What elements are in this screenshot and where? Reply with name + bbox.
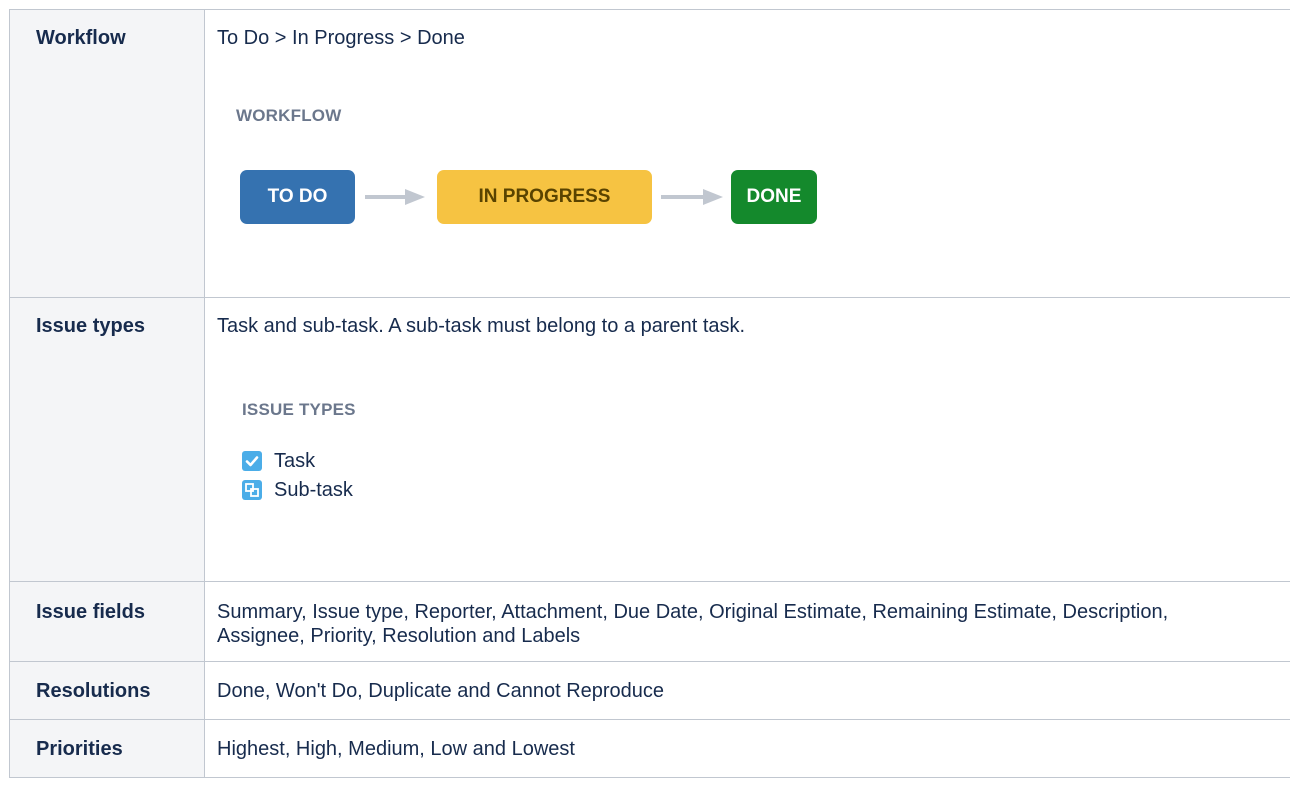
workflow-summary: To Do > In Progress > Done [217,27,465,49]
table-row: Issue fields Summary, Issue type, Report… [9,581,1290,662]
row-value: Highest, High, Medium, Low and Lowest [204,719,1290,778]
table-row: Resolutions Done, Won't Do, Duplicate an… [9,661,1290,720]
row-header: Resolutions [9,661,205,720]
row-value: Task and sub-task. A sub-task must belon… [204,297,1290,582]
issue-type-label: Task [274,450,316,472]
row-header-label: Priorities [36,738,123,760]
status-done: DONE [731,170,817,224]
issue-type-task: Task [242,449,315,473]
row-header-label: Workflow [36,27,126,49]
status-todo: TO DO [240,170,355,224]
row-header-label: Issue fields [36,601,145,623]
issue-type-label: Sub-task [274,479,353,501]
status-in-progress: IN PROGRESS [437,170,652,224]
row-header-label: Issue types [36,315,145,337]
row-header: Issue fields [9,581,205,662]
row-header: Priorities [9,719,205,778]
row-value: To Do > In Progress > Done WORKFLOW TO D… [204,9,1290,298]
issue-types-summary: Task and sub-task. A sub-task must belon… [217,315,746,337]
table-row: Issue types Task and sub-task. A sub-tas… [9,297,1290,582]
row-header-label: Resolutions [36,680,151,702]
transition-arrow [365,188,425,206]
subtask-icon [242,480,262,500]
transition-arrow [661,188,723,206]
issue-type-subtask: Sub-task [242,478,353,502]
row-header: Issue types [9,297,205,582]
table-row: Priorities Highest, High, Medium, Low an… [9,719,1290,778]
row-value: Summary, Issue type, Reporter, Attachmen… [204,581,1290,662]
task-checkbox-icon [242,451,262,471]
project-config-table: Workflow To Do > In Progress > Done WORK… [9,9,1290,778]
issue-types-title: ISSUE TYPES [242,400,356,419]
row-header: Workflow [9,9,205,298]
table-row: Workflow To Do > In Progress > Done WORK… [9,9,1290,298]
row-value: Done, Won't Do, Duplicate and Cannot Rep… [204,661,1290,720]
workflow-diagram-title: WORKFLOW [236,106,342,125]
resolutions-value: Done, Won't Do, Duplicate and Cannot Rep… [217,680,665,702]
config-table-container: Workflow To Do > In Progress > Done WORK… [9,9,1290,778]
priorities-value: Highest, High, Medium, Low and Lowest [217,738,575,760]
issue-fields-value: Summary, Issue type, Reporter, Attachmen… [217,601,1169,647]
